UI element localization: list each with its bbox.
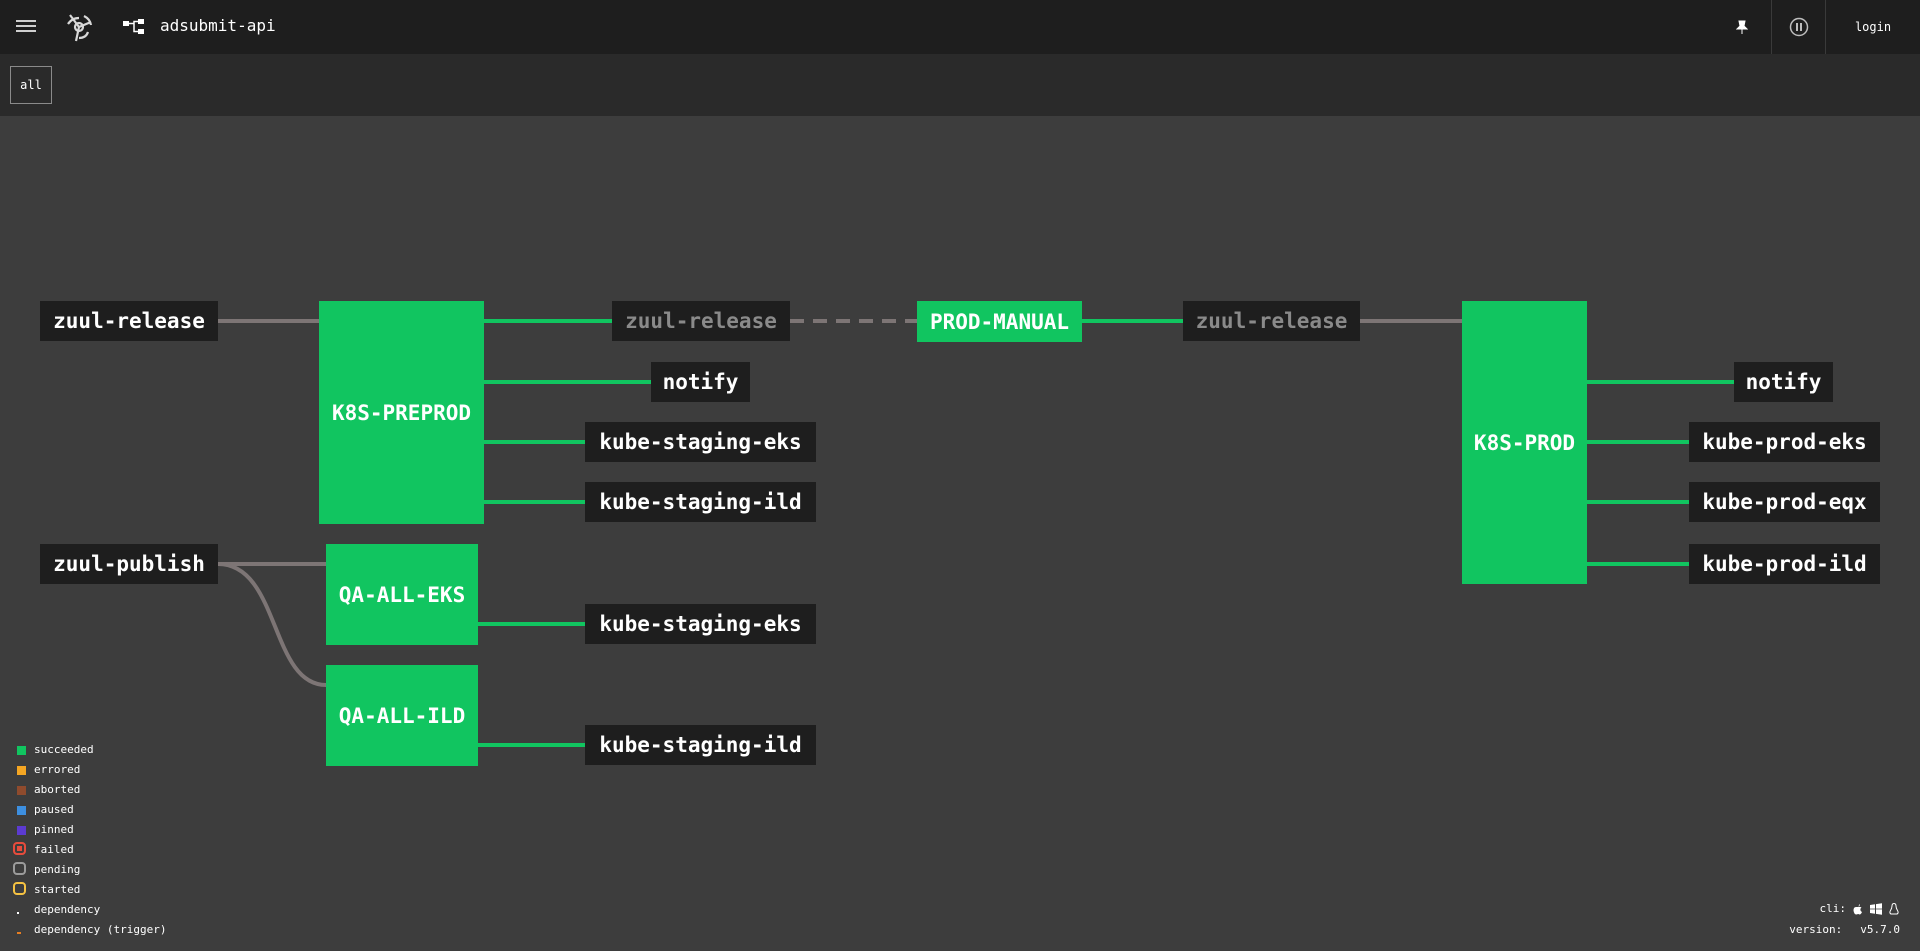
resource-kube-prod-eqx[interactable]: kube-prod-eqx [1689, 482, 1880, 522]
resource-zuul-publish[interactable]: zuul-publish [40, 544, 218, 584]
legend-swatch [17, 932, 21, 934]
edge-zuul-publish-to-qa-all-ild [217, 562, 327, 687]
job-qa-all-eks[interactable]: QA-ALL-EKS [326, 544, 478, 645]
legend-item-pinned: pinned [14, 820, 166, 840]
legend-label: paused [34, 803, 74, 816]
legend-label: pinned [34, 823, 74, 836]
cli-downloads: cli: [1820, 902, 1901, 915]
resource-notify[interactable]: notify [651, 362, 750, 402]
legend-swatch [17, 766, 26, 775]
resource-kube-staging-ild[interactable]: kube-staging-ild [585, 482, 816, 522]
legend-swatch [17, 806, 26, 815]
legend-swatch [13, 842, 26, 855]
job-k8s-preprod[interactable]: K8S-PREPROD [319, 301, 484, 524]
legend-swatch [13, 882, 26, 895]
legend-item-pending: pending [13, 860, 166, 880]
legend-label: succeeded [34, 743, 94, 756]
legend-swatch [17, 786, 26, 795]
legend-label: dependency [34, 903, 101, 916]
legend-item-failed: failed [13, 840, 166, 860]
version-label: version: [1789, 923, 1843, 936]
resource-zuul-release[interactable]: zuul-release [40, 301, 218, 341]
legend-swatch [13, 862, 26, 875]
legend-swatch [17, 912, 19, 914]
resource-kube-prod-ild[interactable]: kube-prod-ild [1689, 544, 1880, 584]
resource-kube-staging-ild[interactable]: kube-staging-ild [585, 725, 816, 765]
legend-item-dependency-trigger: dependency (trigger) [14, 920, 166, 940]
legend-label: dependency (trigger) [34, 923, 167, 936]
resource-zuul-release-passed[interactable]: zuul-release [1183, 301, 1360, 341]
cli-label: cli: [1819, 902, 1847, 915]
version-value: v5.7.0 [1860, 923, 1900, 936]
legend-item-paused: paused [14, 800, 166, 820]
legend-label: failed [34, 843, 74, 856]
legend-label: aborted [34, 783, 81, 796]
resource-kube-staging-eks[interactable]: kube-staging-eks [585, 422, 816, 462]
legend-label: started [34, 883, 81, 896]
legend-label: pending [34, 863, 81, 876]
resource-notify[interactable]: notify [1734, 362, 1833, 402]
legend-item-succeeded: succeeded [14, 740, 166, 760]
windows-icon[interactable] [1870, 902, 1882, 915]
legend: succeeded errored aborted paused pinned … [13, 740, 166, 940]
apple-icon[interactable] [1852, 903, 1864, 915]
resource-zuul-release-passed[interactable]: zuul-release [612, 301, 790, 341]
version-info: version: v5.7.0 [1789, 923, 1900, 936]
legend-item-dependency: dependency [14, 900, 166, 920]
legend-label: errored [34, 763, 81, 776]
resource-kube-staging-eks[interactable]: kube-staging-eks [585, 604, 816, 644]
legend-item-aborted: aborted [14, 780, 166, 800]
legend-swatch [17, 746, 26, 755]
legend-item-started: started [13, 880, 166, 900]
job-k8s-prod[interactable]: K8S-PROD [1462, 301, 1587, 584]
job-prod-manual[interactable]: PROD-MANUAL [917, 301, 1082, 342]
resource-kube-prod-eks[interactable]: kube-prod-eks [1689, 422, 1880, 462]
pipeline-graph-edges [217, 319, 1734, 747]
legend-item-errored: errored [14, 760, 166, 780]
legend-swatch [17, 826, 26, 835]
linux-icon[interactable] [1888, 902, 1900, 915]
job-qa-all-ild[interactable]: QA-ALL-ILD [326, 665, 478, 766]
